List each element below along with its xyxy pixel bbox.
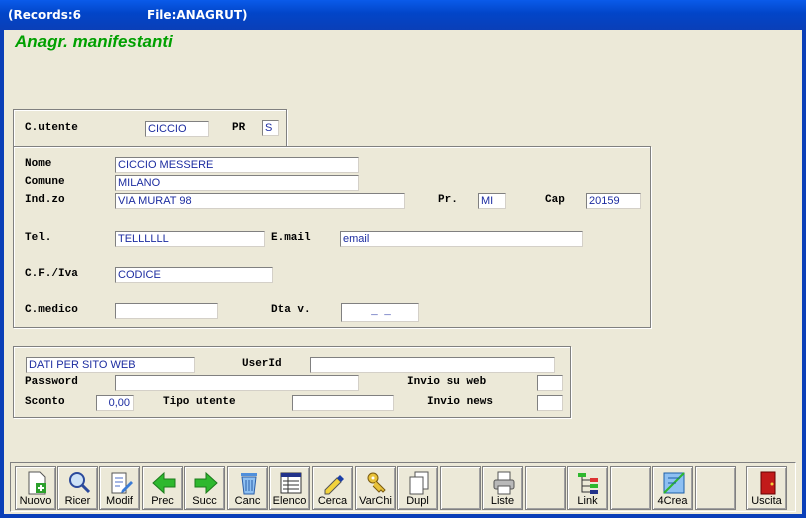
varchi-button[interactable]: VarChi <box>355 466 396 510</box>
empty-button-3[interactable] <box>610 466 651 510</box>
tipo-utente-field[interactable] <box>292 395 394 411</box>
utente-field[interactable]: CICCIO <box>145 121 209 137</box>
form-title: Anagr. manifestanti <box>15 32 173 51</box>
highlighter-icon <box>324 475 344 495</box>
crea-button[interactable]: 4Crea <box>652 466 693 510</box>
nome-field[interactable]: CICCIO MESSERE <box>115 157 359 173</box>
new-document-icon <box>28 471 46 495</box>
link-button[interactable]: Link <box>567 466 608 510</box>
keys-icon <box>367 472 386 493</box>
comune-label: Comune <box>25 176 65 188</box>
cap-label: Cap <box>545 194 565 206</box>
prov-field[interactable]: MI <box>478 193 506 209</box>
comune-field[interactable]: MILANO <box>115 175 359 191</box>
indirizzo-field[interactable]: VIA MURAT 98 <box>115 193 405 209</box>
edit-document-icon <box>111 472 133 494</box>
prec-button[interactable]: Prec <box>142 466 183 510</box>
email-field[interactable]: email <box>340 231 583 247</box>
tel-field[interactable]: TELLLLLL <box>115 231 265 247</box>
nome-label: Nome <box>25 158 52 170</box>
tel-label: Tel. <box>25 232 52 244</box>
medico-label: C.medico <box>25 304 78 316</box>
dupl-button[interactable]: Dupl <box>397 466 438 510</box>
file-name: File:ANAGRUT) <box>147 8 248 22</box>
printer-icon <box>493 471 515 495</box>
userid-label: UserId <box>242 358 282 370</box>
tipo-utente-label: Tipo utente <box>163 396 236 408</box>
succ-button[interactable]: Succ <box>184 466 225 510</box>
modif-button[interactable]: Modif <box>99 466 140 510</box>
indirizzo-label: Ind.zo <box>25 194 65 206</box>
invio-web-label: Invio su web <box>407 376 487 388</box>
empty-button-2[interactable] <box>525 466 566 510</box>
email-label: E.mail <box>271 232 311 244</box>
title-bar: (Records:6 File:ANAGRUT) <box>0 0 806 30</box>
dtav-field[interactable]: _ _ <box>341 303 419 322</box>
cerca-button[interactable]: Cerca <box>312 466 353 510</box>
password-label: Password <box>25 376 78 388</box>
ricer-button[interactable]: Ricer <box>57 466 98 510</box>
duplicate-icon <box>409 471 429 495</box>
invio-news-label: Invio news <box>427 396 494 408</box>
arrow-right-icon <box>194 471 218 495</box>
cf-label: C.F./Iva <box>25 268 78 280</box>
tree-icon <box>578 473 598 494</box>
utente-label: C.utente <box>25 122 78 134</box>
canc-button[interactable]: Canc <box>227 466 268 510</box>
cf-field[interactable]: CODICE <box>115 267 273 283</box>
design-icon <box>663 472 685 494</box>
uscita-button[interactable]: Uscita <box>746 466 787 510</box>
medico-field[interactable] <box>115 303 218 319</box>
dtav-label: Dta v. <box>271 304 311 316</box>
pr-label: PR <box>232 122 246 134</box>
cap-field[interactable]: 20159 <box>586 193 641 209</box>
list-icon <box>280 472 302 494</box>
trash-icon <box>241 473 257 495</box>
liste-button[interactable]: Liste <box>482 466 523 510</box>
pr-field[interactable]: S <box>262 120 279 136</box>
exit-door-icon <box>760 471 776 495</box>
elenco-button[interactable]: Elenco <box>269 466 310 510</box>
invio-web-field[interactable] <box>537 375 563 391</box>
password-field[interactable] <box>115 375 359 391</box>
empty-button-1[interactable] <box>440 466 481 510</box>
search-icon <box>69 472 91 494</box>
arrow-left-icon <box>152 471 176 495</box>
records-count: (Records:6 <box>8 8 82 22</box>
invio-news-field[interactable] <box>537 395 563 411</box>
nuovo-button[interactable]: Nuovo <box>15 466 56 510</box>
userid-field[interactable] <box>310 357 555 373</box>
sconto-label: Sconto <box>25 396 65 408</box>
sconto-field[interactable]: 0,00 <box>96 395 134 411</box>
web-section-label: DATI PER SITO WEB <box>26 357 195 373</box>
empty-button-4[interactable] <box>695 466 736 510</box>
prov-label: Pr. <box>438 194 458 206</box>
